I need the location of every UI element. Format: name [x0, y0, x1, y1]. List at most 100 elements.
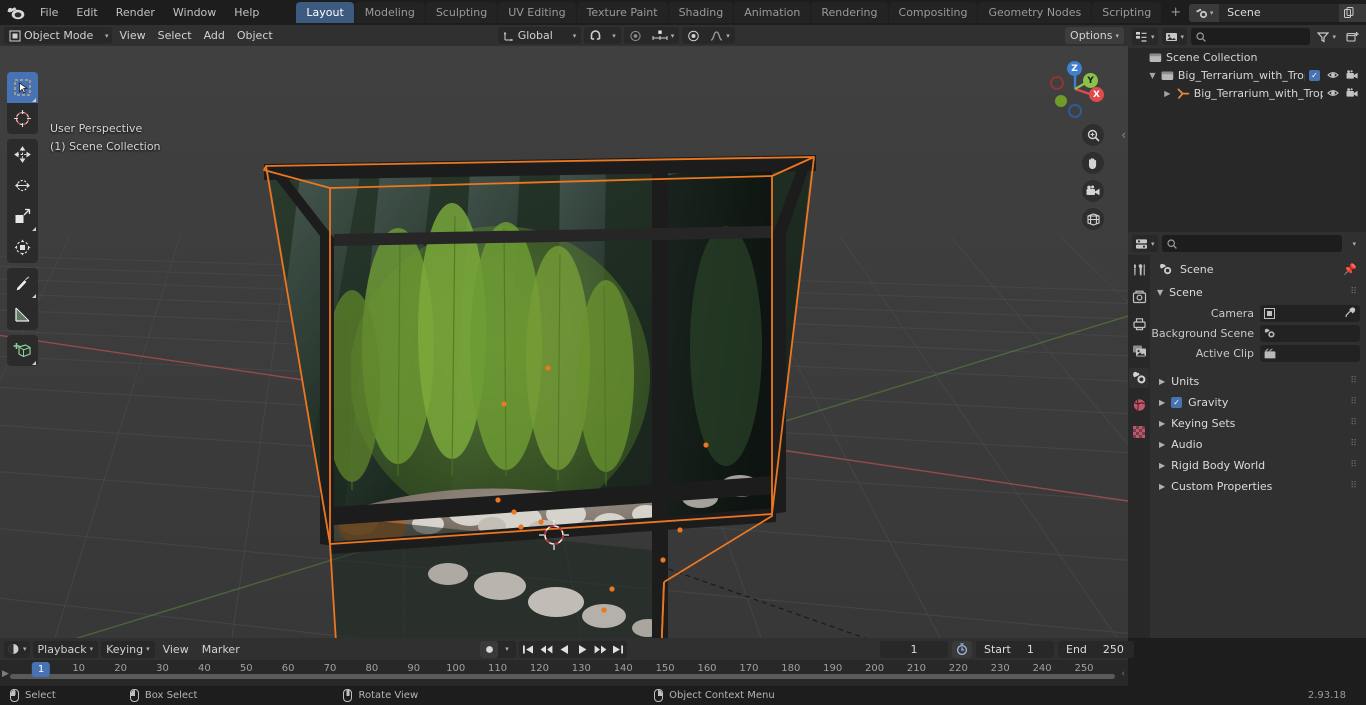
- workspace-tab-animation[interactable]: Animation: [734, 2, 811, 23]
- menu-file[interactable]: File: [31, 3, 67, 22]
- gizmo-axis-x[interactable]: X: [1089, 87, 1104, 102]
- workspace-tab-sculpting[interactable]: Sculpting: [425, 2, 498, 23]
- use-preview-range-button[interactable]: [952, 640, 972, 658]
- workspace-tab-uv-editing[interactable]: UV Editing: [498, 2, 576, 23]
- menu-render[interactable]: Render: [107, 3, 164, 22]
- gizmo-axis-y[interactable]: Y: [1083, 73, 1098, 88]
- viewport-menu-view[interactable]: View: [114, 27, 151, 44]
- navigation-gizmo[interactable]: Z Y X: [1039, 53, 1111, 125]
- section-checkbox[interactable]: ✓: [1171, 397, 1183, 408]
- timeline-collapse-icon[interactable]: ‹: [1121, 669, 1125, 679]
- zoom-icon[interactable]: [1082, 124, 1104, 146]
- snap-options-dropdown[interactable]: ▾: [607, 27, 621, 44]
- properties-editor-type-button[interactable]: ▾: [1132, 235, 1158, 252]
- workspace-tab-geometry-nodes[interactable]: Geometry Nodes: [978, 2, 1092, 23]
- workspace-tab-rendering[interactable]: Rendering: [811, 2, 888, 23]
- play-reverse-button[interactable]: [555, 641, 573, 658]
- snap-toggle-button[interactable]: [584, 27, 607, 44]
- viewport-menu-select[interactable]: Select: [152, 27, 197, 44]
- blender-logo-icon[interactable]: [6, 3, 25, 23]
- eyedropper-icon[interactable]: [1345, 306, 1356, 321]
- proportional-edit-toggle[interactable]: [624, 27, 647, 44]
- property-field-active-clip[interactable]: [1260, 345, 1360, 362]
- auto-keying-options[interactable]: ▾: [498, 641, 516, 658]
- timeline-marker-menu[interactable]: Marker: [196, 640, 245, 658]
- jump-to-start-button[interactable]: [519, 641, 537, 658]
- outliner-row[interactable]: ▼ Big_Terrarium_with_Tropic_Pl ✓: [1128, 66, 1366, 84]
- auto-keying-toggle[interactable]: [480, 640, 498, 658]
- chevron-right-icon[interactable]: ▶: [1162, 89, 1173, 98]
- menu-edit[interactable]: Edit: [67, 3, 106, 22]
- viewport-3d[interactable]: User Perspective (1) Scene Collection Z …: [0, 46, 1128, 638]
- properties-search-input[interactable]: [1161, 235, 1343, 252]
- section-rigid-body-world[interactable]: ▶ Rigid Body World ⠿: [1150, 455, 1366, 476]
- snap-target-button[interactable]: ▾: [647, 27, 680, 44]
- scene-panel-header[interactable]: ▼ Scene ⠿: [1150, 282, 1366, 303]
- start-frame-field[interactable]: Start 1: [976, 640, 1054, 658]
- timeline-playhead[interactable]: 1: [31, 662, 51, 677]
- camera-icon[interactable]: [1346, 70, 1358, 80]
- tool-scale[interactable]: [7, 201, 38, 232]
- viewport-menu-object[interactable]: Object: [231, 27, 278, 44]
- transform-orientation[interactable]: Global ▾: [497, 27, 582, 44]
- section-gravity[interactable]: ▶ ✓ Gravity ⠿: [1150, 392, 1366, 413]
- new-collection-button[interactable]: [1343, 28, 1362, 45]
- timeline-view-menu[interactable]: View: [157, 640, 194, 658]
- eye-icon[interactable]: [1327, 70, 1339, 80]
- tool-rotate[interactable]: [7, 170, 38, 201]
- pan-hand-icon[interactable]: [1082, 152, 1104, 174]
- outliner-editor-type-button[interactable]: ▾: [1132, 28, 1158, 45]
- workspace-tab-texture-paint[interactable]: Texture Paint: [576, 2, 668, 23]
- section-custom-properties[interactable]: ▶ Custom Properties ⠿: [1150, 476, 1366, 497]
- outliner-filter-button[interactable]: ▾: [1314, 28, 1339, 45]
- section-keying-sets[interactable]: ▶ Keying Sets ⠿: [1150, 413, 1366, 434]
- add-workspace-button[interactable]: +: [1162, 1, 1189, 24]
- pin-icon[interactable]: 📌: [1343, 264, 1358, 275]
- end-frame-field[interactable]: End 250: [1058, 640, 1134, 658]
- camera-icon[interactable]: [1346, 88, 1358, 98]
- property-field-background-scene[interactable]: [1260, 325, 1360, 342]
- jump-to-next-keyframe-button[interactable]: [591, 641, 609, 658]
- outliner-row[interactable]: ▶ Big_Terrarium_with_Trop: [1128, 84, 1366, 102]
- falloff-type-dropdown[interactable]: ▾: [705, 27, 735, 44]
- keying-menu[interactable]: Keying ▾: [101, 640, 155, 658]
- workspace-tab-compositing[interactable]: Compositing: [888, 2, 978, 23]
- tab-scene[interactable]: [1129, 368, 1149, 388]
- tab-texture[interactable]: [1129, 422, 1149, 442]
- new-scene-button[interactable]: [1339, 3, 1360, 22]
- tab-render[interactable]: [1129, 287, 1149, 307]
- menu-window[interactable]: Window: [164, 3, 225, 22]
- tool-measure[interactable]: [7, 299, 38, 330]
- property-field-camera[interactable]: [1260, 305, 1360, 322]
- playback-menu[interactable]: Playback ▾: [32, 640, 99, 658]
- outliner-display-mode-button[interactable]: ▾: [1161, 28, 1188, 45]
- delete-scene-button[interactable]: ✕: [1359, 3, 1366, 22]
- tool-transform[interactable]: [7, 232, 38, 263]
- sidebar-toggle-icon[interactable]: ‹: [1121, 128, 1126, 142]
- workspace-tab-scripting[interactable]: Scripting: [1092, 2, 1162, 23]
- current-frame-field[interactable]: 1: [880, 640, 948, 658]
- play-button[interactable]: [573, 641, 591, 658]
- tool-select-box[interactable]: [7, 72, 38, 103]
- tab-world[interactable]: [1129, 395, 1149, 415]
- workspace-tab-layout[interactable]: Layout: [296, 2, 354, 23]
- timeline-ruler[interactable]: ▶ ‹ 10 20 30 40 50 60 70 80 90 100 110 120 130 140 150…: [0, 660, 1128, 680]
- chevron-down-icon[interactable]: ▼: [1148, 71, 1157, 80]
- section-units[interactable]: ▶ Units ⠿: [1150, 371, 1366, 392]
- scene-name[interactable]: Scene: [1219, 3, 1340, 22]
- workspace-tab-shading[interactable]: Shading: [668, 2, 734, 23]
- workspace-tab-modeling[interactable]: Modeling: [354, 2, 425, 23]
- viewport-menu-add[interactable]: Add: [198, 27, 230, 44]
- outliner-search-input[interactable]: [1191, 28, 1311, 45]
- timeline-scrollbar[interactable]: [10, 674, 1115, 679]
- tool-move[interactable]: [7, 139, 38, 170]
- tab-output[interactable]: [1129, 314, 1149, 334]
- tool-cursor[interactable]: [7, 103, 38, 134]
- menu-help[interactable]: Help: [225, 3, 268, 22]
- options-dropdown[interactable]: Options ▾: [1065, 27, 1124, 44]
- proportional-falloff-toggle[interactable]: [682, 27, 705, 44]
- jump-to-prev-keyframe-button[interactable]: [537, 641, 555, 658]
- tool-add-cube[interactable]: [7, 335, 38, 366]
- section-audio[interactable]: ▶ Audio ⠿: [1150, 434, 1366, 455]
- toggle-ortho-icon[interactable]: [1082, 208, 1104, 230]
